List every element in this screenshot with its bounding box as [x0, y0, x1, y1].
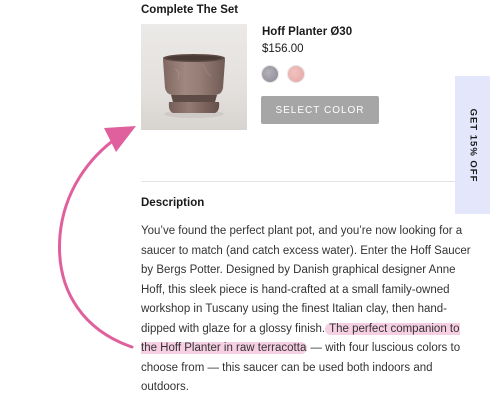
complete-the-set-title: Complete The Set	[141, 4, 239, 16]
description-heading: Description	[141, 197, 205, 209]
swatch-grey[interactable]	[261, 65, 279, 83]
swatch-pink[interactable]	[287, 65, 305, 83]
select-color-button[interactable]: SELECT COLOR	[261, 96, 379, 124]
promo-tab-label: GET 15% OFF	[467, 108, 479, 182]
description-text: You’ve found the perfect plant pot, and …	[141, 222, 473, 398]
product-page: Complete The Set Hoff Planter Ø30 $156.0…	[0, 0, 490, 410]
product-price: $156.00	[262, 43, 304, 55]
promo-tab[interactable]: GET 15% OFF	[455, 76, 490, 214]
planter-illustration	[141, 24, 247, 130]
color-swatches	[261, 65, 305, 83]
section-divider	[141, 181, 471, 182]
description-text-intro: You’ve found the perfect plant pot, and …	[141, 225, 471, 335]
product-image[interactable]	[141, 24, 247, 130]
product-name[interactable]: Hoff Planter Ø30	[262, 26, 352, 38]
